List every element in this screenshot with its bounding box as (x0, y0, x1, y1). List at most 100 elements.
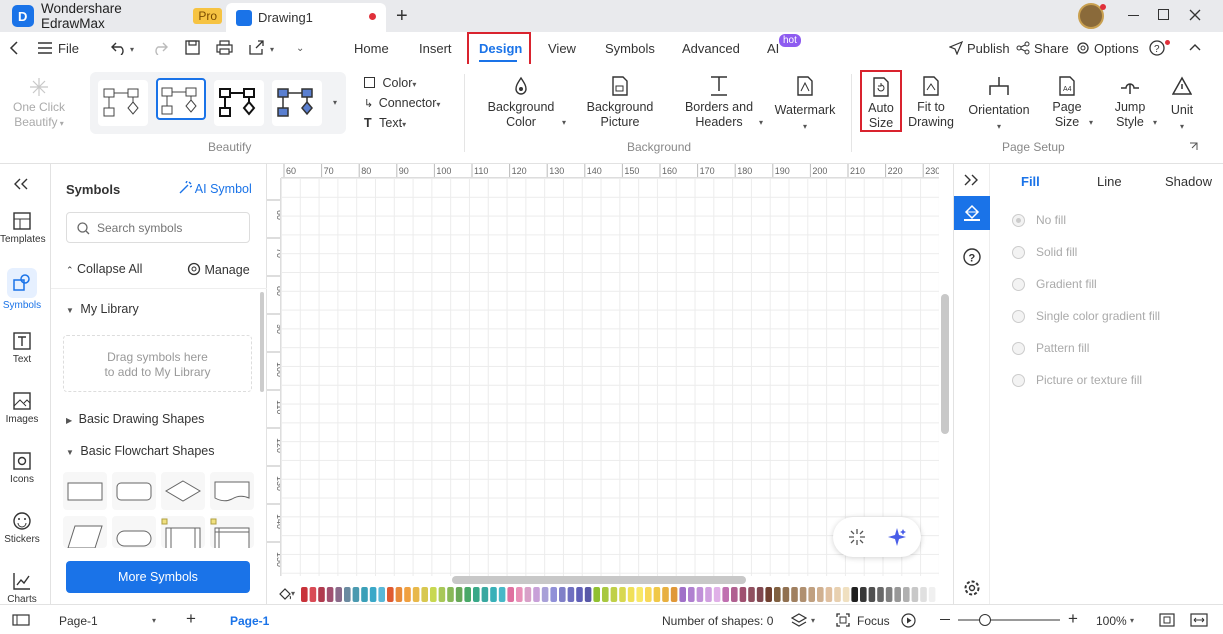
beautify-style-2[interactable] (156, 78, 206, 120)
rail-item-stickers[interactable]: Stickers (0, 512, 44, 545)
shape-tile-terminator[interactable] (112, 516, 156, 548)
color-swatch[interactable] (464, 587, 471, 602)
ai-symbol-button[interactable]: AI Symbol (178, 181, 252, 196)
fill-option[interactable]: Solid fill (1012, 245, 1077, 259)
tab-advanced[interactable]: Advanced (682, 41, 740, 56)
color-swatch[interactable] (455, 587, 463, 602)
shape-tile-decision[interactable] (161, 472, 205, 510)
drawing-page-grid[interactable] (281, 178, 939, 576)
one-click-beautify-button[interactable]: One Click Beautify ▾ (8, 78, 70, 131)
color-swatch[interactable] (670, 587, 678, 602)
page-size-dropdown-icon[interactable]: ▾ (1089, 118, 1093, 127)
color-swatch[interactable] (774, 587, 781, 602)
maximize-icon[interactable] (1158, 9, 1169, 20)
jump-style-dropdown-icon[interactable]: ▾ (1153, 118, 1157, 127)
fill-option-radio[interactable] (1012, 213, 1025, 227)
color-swatch[interactable] (404, 587, 411, 602)
fill-option-radio[interactable] (1012, 373, 1025, 387)
color-swatch[interactable] (636, 587, 643, 602)
canvas-vertical-scrollbar[interactable] (941, 294, 949, 434)
fill-option-radio[interactable] (1012, 309, 1025, 323)
fill-option-radio[interactable] (1012, 245, 1025, 259)
print-icon[interactable] (216, 40, 233, 55)
color-swatch[interactable] (309, 587, 317, 602)
color-swatch[interactable] (507, 587, 514, 602)
color-swatch[interactable] (369, 587, 377, 602)
layers-icon[interactable] (791, 613, 807, 627)
color-swatch[interactable] (920, 587, 927, 602)
color-swatch[interactable] (335, 587, 342, 602)
color-swatch[interactable] (877, 587, 884, 602)
color-swatch[interactable] (361, 587, 368, 602)
color-swatch[interactable] (851, 587, 858, 602)
color-swatch[interactable] (481, 587, 489, 602)
zoom-in-icon[interactable]: + (1068, 609, 1078, 629)
unit-button[interactable]: Unit ▾ (1166, 76, 1198, 134)
tab-symbols[interactable]: Symbols (605, 41, 655, 56)
undo-icon[interactable] (111, 41, 127, 55)
color-swatch[interactable] (911, 587, 919, 602)
color-swatch[interactable] (817, 587, 824, 602)
color-swatch[interactable] (344, 587, 351, 602)
basic-flowchart-shapes-header[interactable]: ▼ Basic Flowchart Shapes (66, 444, 215, 458)
layers-dropdown-icon[interactable]: ▾ (811, 616, 815, 625)
borders-headers-button[interactable]: Borders and Headers (680, 76, 758, 130)
export-icon[interactable] (249, 40, 265, 55)
collapse-all-button[interactable]: ⌃ Collapse All (66, 262, 142, 276)
undo-dropdown-icon[interactable]: ▾ (130, 45, 134, 54)
color-swatch[interactable] (541, 587, 549, 602)
beautify-style-3[interactable] (214, 80, 264, 126)
color-swatch[interactable] (395, 587, 403, 602)
color-swatch[interactable] (696, 587, 704, 602)
auto-size-button[interactable]: Auto Size (860, 70, 902, 132)
color-swatch[interactable] (567, 587, 575, 602)
search-symbols-field[interactable] (66, 212, 250, 243)
color-swatch[interactable] (799, 587, 807, 602)
color-swatch[interactable] (559, 587, 566, 602)
page-tab-active[interactable]: Page-1 (230, 614, 269, 628)
tab-ai[interactable]: AI (767, 41, 779, 56)
color-swatch[interactable] (610, 587, 618, 602)
ai-star-icon[interactable] (887, 527, 907, 547)
orientation-button[interactable]: Orientation ▾ (962, 76, 1036, 134)
hamburger-menu-icon[interactable] (38, 42, 52, 54)
help-icon[interactable]: ? (1149, 40, 1165, 56)
shape-tile-internal-storage[interactable] (210, 516, 254, 548)
color-swatch[interactable] (842, 587, 850, 602)
export-dropdown-icon[interactable]: ▾ (270, 45, 274, 54)
color-swatch[interactable] (645, 587, 652, 602)
fill-option[interactable]: Gradient fill (1012, 277, 1097, 291)
document-tab[interactable]: Drawing1 (226, 3, 386, 32)
symbols-panel-scrollbar[interactable] (260, 292, 264, 392)
tab-line[interactable]: Line (1097, 174, 1122, 189)
page-select-dropdown-icon[interactable]: ▾ (152, 616, 156, 625)
focus-button[interactable]: Focus (857, 614, 890, 628)
tab-shadow[interactable]: Shadow (1165, 174, 1212, 189)
fill-style-tab[interactable] (954, 196, 990, 230)
background-color-dropdown-icon[interactable]: ▾ (562, 118, 566, 127)
settings-gear-icon[interactable] (963, 579, 981, 597)
color-swatch[interactable] (516, 587, 523, 602)
rail-item-icons[interactable]: Icons (0, 452, 44, 485)
canvas-horizontal-scrollbar[interactable] (452, 576, 746, 584)
shape-tile-document[interactable] (210, 472, 254, 510)
save-icon[interactable] (185, 40, 200, 55)
color-swatch[interactable] (722, 587, 729, 602)
background-picture-button[interactable]: Background Picture (582, 76, 658, 130)
collapse-ribbon-icon[interactable] (1189, 43, 1201, 51)
zoom-slider[interactable] (958, 614, 1060, 626)
color-swatch[interactable] (421, 587, 428, 602)
add-page-icon[interactable]: + (186, 609, 196, 629)
file-menu[interactable]: File (58, 41, 79, 56)
shape-tile-rectangle[interactable] (63, 472, 107, 510)
color-swatch[interactable] (748, 587, 755, 602)
collapse-panel-icon[interactable] (13, 178, 29, 190)
color-swatch[interactable] (584, 587, 592, 602)
page-size-button[interactable]: A4 Page Size (1048, 76, 1086, 130)
back-icon[interactable] (9, 41, 19, 55)
color-swatch[interactable] (412, 587, 420, 602)
color-swatch[interactable] (894, 587, 901, 602)
more-symbols-button[interactable]: More Symbols (66, 561, 250, 593)
color-swatch[interactable] (550, 587, 557, 602)
fill-bucket-icon[interactable] (278, 587, 292, 601)
